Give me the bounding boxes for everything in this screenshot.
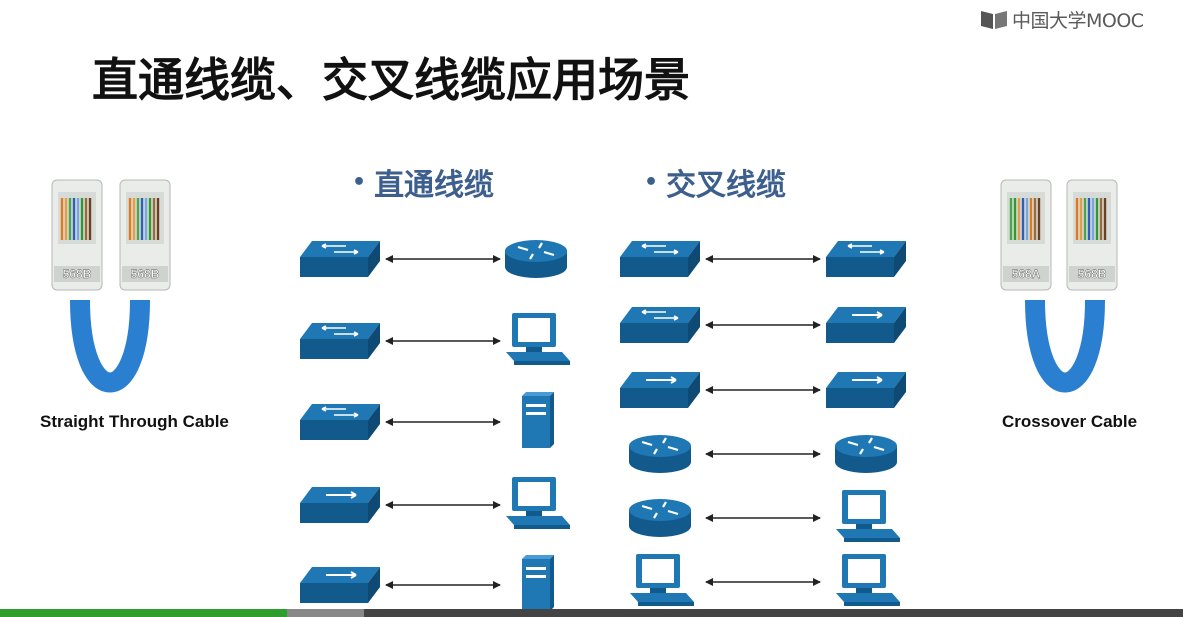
pc-icon <box>836 490 900 542</box>
switch-icon <box>620 307 700 343</box>
server-icon <box>522 555 554 611</box>
server-icon <box>522 392 554 448</box>
video-progress-bar[interactable] <box>0 609 1183 617</box>
hub-icon <box>300 487 380 523</box>
pc-icon <box>836 554 900 606</box>
hub-icon <box>826 372 906 408</box>
router-icon <box>505 240 567 278</box>
pc-icon <box>506 313 570 365</box>
switch-icon <box>300 241 380 277</box>
pc-icon <box>506 477 570 529</box>
switch-icon <box>300 323 380 359</box>
device-connection-diagram <box>300 240 906 611</box>
hub-icon <box>826 307 906 343</box>
switch-icon <box>300 404 380 440</box>
router-icon <box>629 499 691 537</box>
switch-icon <box>826 241 906 277</box>
router-icon <box>835 435 897 473</box>
progress-played <box>0 609 288 617</box>
switch-icon <box>620 241 700 277</box>
router-icon <box>629 435 691 473</box>
hub-icon <box>300 567 380 603</box>
pc-icon <box>630 554 694 606</box>
hub-icon <box>620 372 700 408</box>
